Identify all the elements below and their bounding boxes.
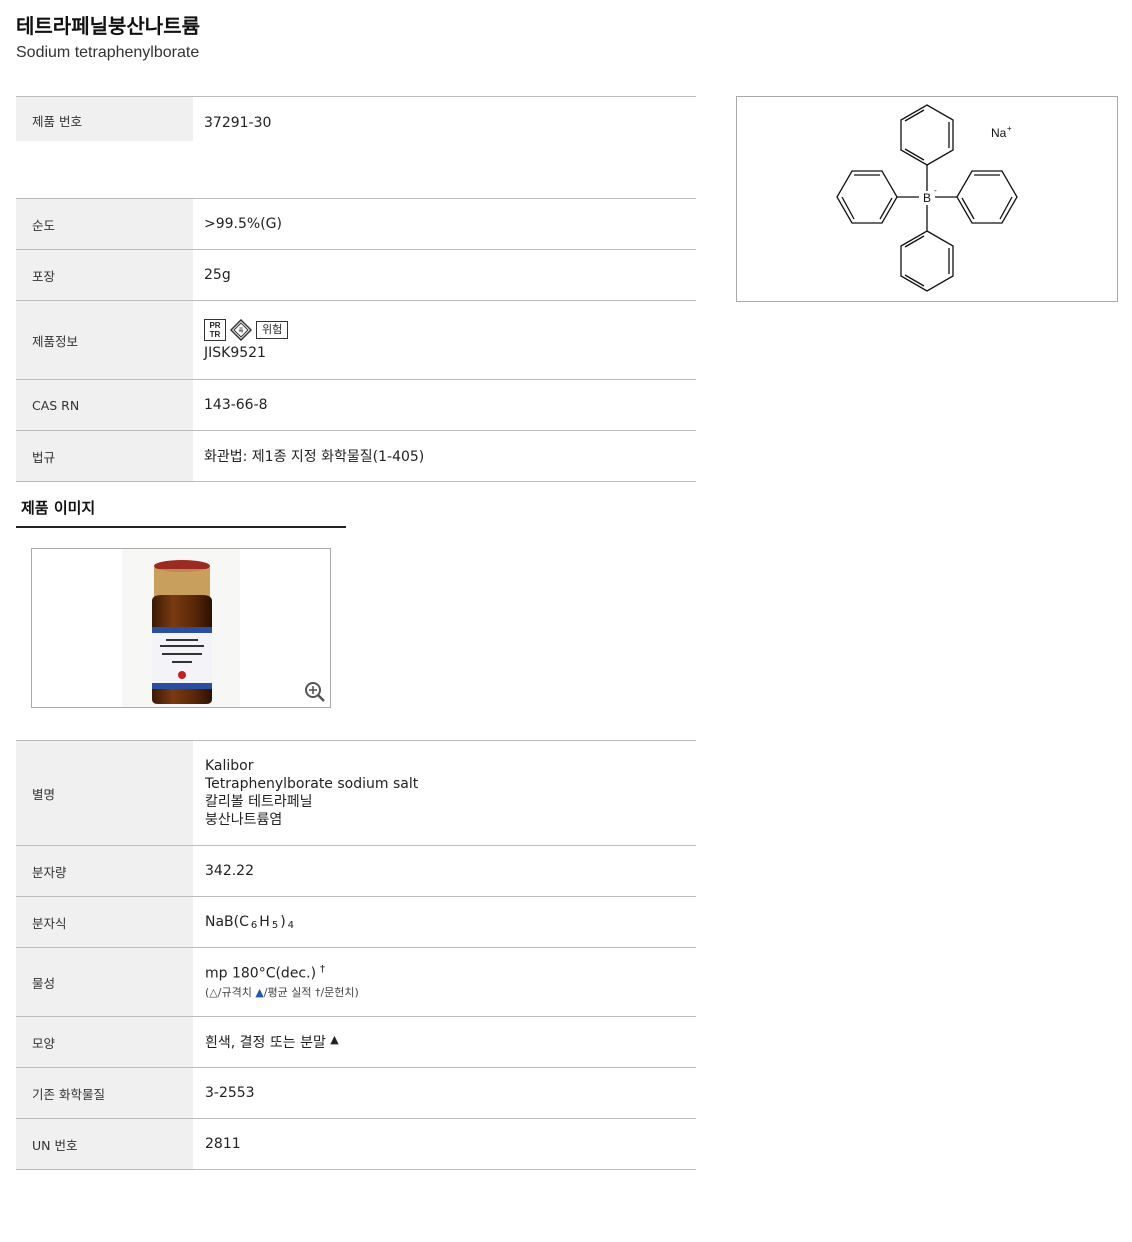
sodium-charge: + xyxy=(1007,124,1012,133)
existing-label: 기존 화학물질 xyxy=(16,1067,193,1119)
existing-value: 3-2553 xyxy=(193,1067,696,1119)
triangle-icon: ▲ xyxy=(330,1033,339,1046)
law-value: 화관법: 제1종 지정 화학물질(1-405) xyxy=(193,430,696,482)
props-value: mp 180°C(dec.) xyxy=(205,965,317,982)
un-value: 2811 xyxy=(193,1118,696,1170)
mw-label: 분자량 xyxy=(16,845,193,897)
sodium-label: Na xyxy=(991,126,1007,140)
table-row: 포장 25g xyxy=(16,249,696,301)
table-row: CAS RN 143-66-8 xyxy=(16,379,696,431)
product-no-value: 37291-30 xyxy=(193,96,696,199)
law-label: 법규 xyxy=(16,430,193,482)
un-label: UN 번호 xyxy=(16,1118,193,1170)
alias-item: Tetraphenylborate sodium salt xyxy=(205,776,419,792)
danger-badge: 위험 xyxy=(256,321,289,339)
props-label: 물성 xyxy=(16,947,193,1017)
table-row: 기존 화학물질 3-2553 xyxy=(16,1067,696,1119)
literature-mark: † xyxy=(320,963,326,975)
page-title: 테트라페닐붕산나트륨 xyxy=(16,14,200,38)
product-no-label: 제품 번호 xyxy=(16,97,193,141)
spec-table: 제품 번호 37291-30 순도 >99.5%(G) 포장 25g 제품정보 … xyxy=(16,96,696,482)
table-row: 제품정보 PR TR 毒 위험 JISK9521 xyxy=(16,300,696,380)
purity-value: >99.5%(G) xyxy=(193,198,696,250)
page-subtitle: Sodium tetraphenylborate xyxy=(16,44,200,61)
table-row: 별명 Kalibor Tetraphenylborate sodium salt… xyxy=(16,740,696,846)
formula-label: 분자식 xyxy=(16,896,193,948)
cas-label: CAS RN xyxy=(16,379,193,431)
triangle-icon: ▲ xyxy=(255,986,264,1000)
product-image-heading: 제품 이미지 xyxy=(16,497,346,528)
detail-table: 별명 Kalibor Tetraphenylborate sodium salt… xyxy=(16,740,696,1170)
alias-label: 별명 xyxy=(16,740,193,846)
alias-item: 칼리볼 테트라페닐 xyxy=(205,794,313,810)
zoom-in-icon[interactable] xyxy=(304,681,326,703)
structure-svg: B - Na + xyxy=(836,104,1018,292)
structure-diagram: B - Na + xyxy=(736,96,1118,302)
table-row: 분자식 NaB(C 6 H 5) 4 xyxy=(16,896,696,948)
diamond-hazard-icon: 毒 xyxy=(229,318,253,342)
shape-label: 모양 xyxy=(16,1016,193,1068)
table-row: 물성 mp 180°C(dec.) † (△/규격치 ▲/평균 실적 †/문헌치) xyxy=(16,947,696,1017)
table-row: 법규 화관법: 제1종 지정 화학물질(1-405) xyxy=(16,430,696,482)
table-row: UN 번호 2811 xyxy=(16,1118,696,1170)
table-row: 분자량 342.22 xyxy=(16,845,696,897)
svg-text:毒: 毒 xyxy=(238,327,243,334)
table-row: 제품 번호 37291-30 xyxy=(16,96,696,199)
package-value: 25g xyxy=(193,249,696,301)
props-legend: (△/규격치 ▲/평균 실적 †/문헌치) xyxy=(205,986,359,1000)
formula-value: NaB(C 6 H 5) 4 xyxy=(193,896,696,948)
prtr-icon: PR TR xyxy=(204,319,226,341)
boron-label: B xyxy=(923,191,931,205)
package-label: 포장 xyxy=(16,249,193,301)
table-row: 순도 >99.5%(G) xyxy=(16,198,696,250)
info-label: 제품정보 xyxy=(16,300,193,380)
product-image-frame[interactable] xyxy=(31,548,331,708)
shape-value: 흰색, 결정 또는 분말 xyxy=(205,1035,326,1051)
alias-item: 붕산나트륨염 xyxy=(205,812,283,828)
info-text: JISK9521 xyxy=(204,345,266,361)
info-icons: PR TR 毒 위험 xyxy=(204,318,696,342)
purity-label: 순도 xyxy=(16,198,193,250)
boron-charge: - xyxy=(934,186,937,195)
mw-value: 342.22 xyxy=(193,845,696,897)
product-photo[interactable] xyxy=(122,549,240,707)
table-row: 모양 흰색, 결정 또는 분말 ▲ xyxy=(16,1016,696,1068)
alias-item: Kalibor xyxy=(205,758,254,774)
cas-value: 143-66-8 xyxy=(193,379,696,431)
